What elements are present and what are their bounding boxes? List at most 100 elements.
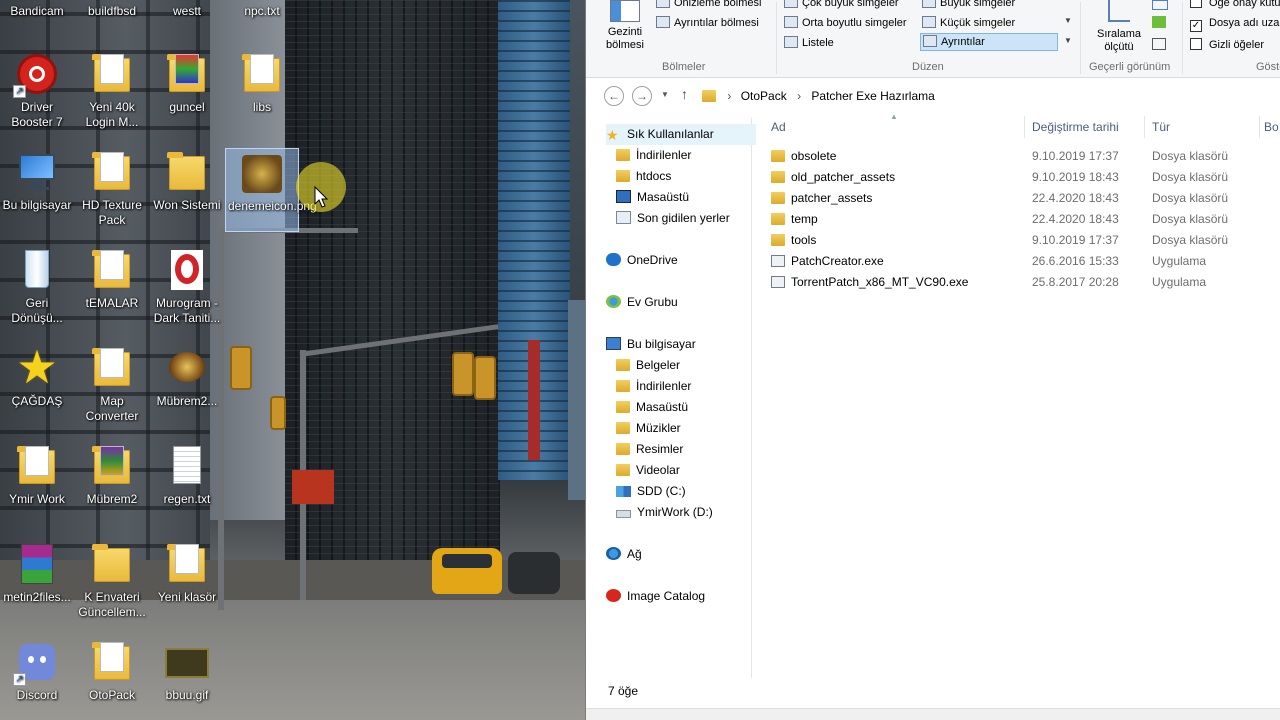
nav-item-this-pc[interactable]: Bu bilgisayar: [606, 334, 696, 355]
nav-item-onedrive[interactable]: OneDrive: [606, 250, 678, 271]
hidden-items-toggle[interactable]: Gizli öğeler: [1190, 38, 1264, 52]
preview-pane-button[interactable]: Önizleme bölmesi: [656, 0, 761, 10]
nav-item-downloads-pc[interactable]: İndirilenler: [616, 376, 691, 397]
nav-item-pictures[interactable]: Resimler: [616, 439, 683, 460]
desktop-icon-regen-txt[interactable]: regen.txt: [148, 442, 226, 507]
column-header-name[interactable]: Ad: [771, 120, 786, 134]
desktop-icon-hd-texture-pack[interactable]: HD Texture Pack: [73, 148, 151, 228]
desktop-icon-yeni-klasor[interactable]: Yeni klasör: [148, 540, 226, 605]
desktop-icon-recycle-bin[interactable]: Geri Dönüşü...: [0, 246, 76, 326]
nav-item-favorites[interactable]: ★ Sık Kullanılanlar: [606, 124, 756, 145]
layout-extra-large-icons[interactable]: Çok büyük simgeler: [784, 0, 899, 10]
file-row[interactable]: tools 9.10.2019 17:37 Dosya klasörü: [754, 230, 1280, 251]
nav-item-desktop[interactable]: Masaüstü: [616, 187, 689, 208]
nav-pane-button[interactable]: Gezinti bölmesi: [598, 0, 652, 58]
desktop-icon-ymir-work[interactable]: Ymir Work: [0, 442, 76, 507]
column-divider[interactable]: [1024, 116, 1025, 138]
nav-item-image-catalog[interactable]: Image Catalog: [606, 586, 705, 607]
desktop-icon-temalar[interactable]: tEMALAR: [73, 246, 151, 311]
desktop-icon-discord[interactable]: ↗ Discord: [0, 638, 76, 703]
file-extensions-toggle[interactable]: ✓ Dosya adı uza: [1190, 16, 1279, 32]
hidden-items-checkbox[interactable]: [1190, 38, 1202, 50]
column-divider[interactable]: [1259, 116, 1260, 138]
desktop-icon-westt[interactable]: westt: [148, 4, 226, 19]
up-arrow-icon[interactable]: ↑: [681, 86, 688, 102]
folder-icon: [163, 540, 211, 588]
layout-details[interactable]: Ayrıntılar: [920, 33, 1058, 51]
file-row[interactable]: TorrentPatch_x86_MT_VC90.exe 25.8.2017 2…: [754, 272, 1280, 293]
desktop-icon-cagdas[interactable]: ★ ÇAĞDAŞ: [0, 344, 76, 409]
desktop-icon-bandicam[interactable]: Bandicam: [0, 4, 76, 19]
nav-item-drive-c[interactable]: SDD (C:): [616, 481, 686, 502]
layout-large-icons[interactable]: Büyük simgeler: [922, 0, 1015, 10]
desktop-icon-denemeicon[interactable]: denemeicon.png: [225, 148, 317, 232]
layout-list[interactable]: Listele: [784, 36, 834, 50]
nav-item-documents[interactable]: Belgeler: [616, 355, 680, 376]
nav-item-music[interactable]: Müzikler: [616, 418, 681, 439]
item-checkboxes-checkbox[interactable]: [1190, 0, 1202, 8]
forward-button[interactable]: →: [632, 86, 652, 106]
desktop-icon-mubrem2-app[interactable]: Mübrem2...: [148, 344, 226, 409]
desktop-icon-yeni-40k[interactable]: Yeni 40k Login M...: [73, 50, 151, 130]
details-pane-button[interactable]: Ayrıntılar bölmesi: [656, 16, 759, 30]
item-checkboxes-toggle[interactable]: Öğe onay kutu: [1190, 0, 1280, 10]
sort-by-label: Sıralama ölçütü: [1096, 28, 1142, 53]
desktop-icon-libs[interactable]: libs: [223, 50, 301, 115]
recent-locations-chevron-icon[interactable]: ▼: [661, 90, 669, 99]
breadcrumb-otopack[interactable]: OtoPack: [741, 89, 787, 103]
nav-item-drive-d[interactable]: YmirWork (D:): [616, 502, 713, 523]
column-header-type[interactable]: Tür: [1152, 120, 1170, 134]
address-bar-row: ← → ▼ ↑ › OtoPack › Patcher Exe Hazırlam…: [586, 78, 1280, 114]
folder-icon: [88, 344, 136, 392]
file-row[interactable]: old_patcher_assets 9.10.2019 18:43 Dosya…: [754, 167, 1280, 188]
nav-item-htdocs[interactable]: htdocs: [616, 166, 671, 187]
nav-item-homegroup[interactable]: Ev Grubu: [606, 292, 678, 313]
desktop-icon-metin2files[interactable]: metin2files...: [0, 540, 76, 605]
layout-expand-icon[interactable]: ▼: [1064, 36, 1072, 45]
details-pane-label: Ayrıntılar bölmesi: [674, 17, 759, 29]
drive-c-icon: [616, 486, 631, 497]
layout-scroll-down-icon[interactable]: ▼: [1064, 16, 1072, 25]
desktop-icon-bbuu-gif[interactable]: bbuu.gif: [148, 638, 226, 703]
file-row[interactable]: obsolete 9.10.2019 17:37 Dosya klasörü: [754, 146, 1280, 167]
file-row[interactable]: PatchCreator.exe 26.6.2016 15:33 Uygulam…: [754, 251, 1280, 272]
nav-item-desktop-pc[interactable]: Masaüstü: [616, 397, 688, 418]
exe-icon: [771, 276, 785, 288]
desktop-icon-label: westt: [172, 4, 201, 18]
desktop-icon-this-pc[interactable]: Bu bilgisayar: [0, 148, 76, 213]
desktop-icon-map-converter[interactable]: Map Converter: [73, 344, 151, 424]
back-button[interactable]: ←: [604, 86, 624, 106]
desktop-icon-buildfbsd[interactable]: buildfbsd: [73, 4, 151, 19]
file-row[interactable]: temp 22.4.2020 18:43 Dosya klasörü: [754, 209, 1280, 230]
add-columns-icon[interactable]: [1152, 16, 1166, 28]
column-header-date[interactable]: Değiştirme tarihi: [1032, 120, 1119, 134]
game-logo-icon: [163, 344, 211, 392]
nav-item-network[interactable]: Ağ: [606, 544, 642, 565]
address-bar[interactable]: › OtoPack › Patcher Exe Hazırlama: [702, 84, 1280, 108]
desktop-icon-won-sistemi[interactable]: Won Sistemi: [148, 148, 226, 213]
folder-icon: [771, 192, 785, 204]
layout-medium-icons[interactable]: Orta boyutlu simgeler: [784, 16, 907, 30]
nav-item-downloads[interactable]: İndirilenler: [616, 145, 691, 166]
file-row[interactable]: patcher_assets 22.4.2020 18:43 Dosya kla…: [754, 188, 1280, 209]
sort-by-button[interactable]: Sıralama ölçütü: [1091, 0, 1147, 54]
desktop-icon-otopack[interactable]: OtoPack: [73, 638, 151, 703]
desktop-icon-murogram[interactable]: Murogram - Dark Taniti...: [148, 246, 226, 326]
wallpaper-car: [508, 552, 560, 594]
nav-item-recent[interactable]: Son gidilen yerler: [616, 208, 730, 229]
column-header-size[interactable]: Bo: [1264, 120, 1279, 134]
column-divider[interactable]: [1144, 116, 1145, 138]
wallpaper-sign: [292, 470, 334, 504]
desktop-icon-driver-booster[interactable]: ↗ Driver Booster 7: [0, 50, 76, 130]
traffic-light: [474, 356, 496, 400]
desktop-icon-mubrem2[interactable]: Mübrem2: [73, 442, 151, 507]
nav-item-videos[interactable]: Videolar: [616, 460, 680, 481]
file-extensions-checkbox[interactable]: ✓: [1190, 20, 1202, 32]
size-columns-icon[interactable]: [1152, 38, 1166, 50]
desktop-icon-npc-txt[interactable]: npc.txt: [223, 4, 301, 19]
desktop-icon-k-envateri[interactable]: K Envateri Güncellem...: [73, 540, 151, 620]
layout-small-icons[interactable]: Küçük simgeler: [922, 16, 1015, 30]
desktop-icon-guncel[interactable]: guncel: [148, 50, 226, 115]
breadcrumb-patcher-exe[interactable]: Patcher Exe Hazırlama: [811, 89, 934, 103]
group-by-icon[interactable]: [1152, 0, 1168, 10]
